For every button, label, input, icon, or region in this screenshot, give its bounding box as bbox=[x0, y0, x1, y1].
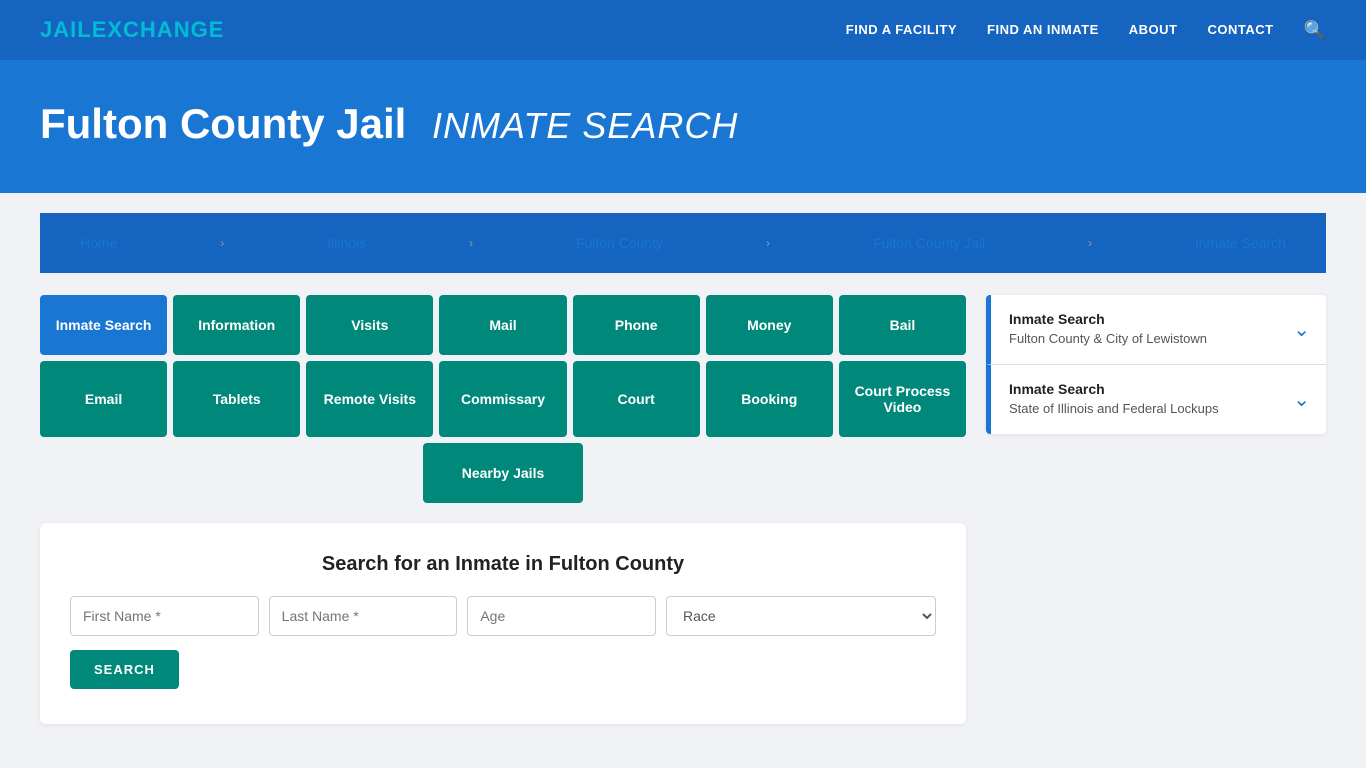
logo-exchange: EXCHANGE bbox=[92, 17, 225, 42]
breadcrumb-fulton-county[interactable]: Fulton County bbox=[576, 235, 663, 251]
left-column: Inmate Search Information Visits Mail Ph… bbox=[40, 295, 966, 724]
breadcrumb-sep-4: › bbox=[1088, 236, 1092, 250]
tab-row-1: Inmate Search Information Visits Mail Ph… bbox=[40, 295, 966, 355]
content-area: Home › Illinois › Fulton County › Fulton… bbox=[0, 193, 1366, 754]
breadcrumb-current: Inmate Search bbox=[1195, 235, 1286, 251]
breadcrumb-fulton-county-jail[interactable]: Fulton County Jail bbox=[873, 235, 985, 251]
chevron-down-icon-1: ⌄ bbox=[1293, 317, 1310, 342]
tab-information[interactable]: Information bbox=[173, 295, 300, 355]
nav-links: FIND A FACILITY FIND AN INMATE ABOUT CON… bbox=[846, 20, 1326, 41]
sidebar-item-2[interactable]: Inmate Search State of Illinois and Fede… bbox=[986, 364, 1326, 434]
right-column: Inmate Search Fulton County & City of Le… bbox=[986, 295, 1326, 434]
hero-banner: Fulton County Jail INMATE SEARCH bbox=[0, 60, 1366, 193]
nav-about[interactable]: ABOUT bbox=[1129, 22, 1178, 37]
tab-mail[interactable]: Mail bbox=[439, 295, 566, 355]
race-select[interactable]: Race White Black Hispanic Asian Other bbox=[666, 596, 936, 636]
tab-bail[interactable]: Bail bbox=[839, 295, 966, 355]
first-name-input[interactable] bbox=[70, 596, 259, 636]
breadcrumb-sep-1: › bbox=[220, 236, 224, 250]
search-icon[interactable]: 🔍 bbox=[1304, 20, 1326, 40]
tab-phone[interactable]: Phone bbox=[573, 295, 700, 355]
tab-money[interactable]: Money bbox=[706, 295, 833, 355]
tab-email[interactable]: Email bbox=[40, 361, 167, 437]
tab-tablets[interactable]: Tablets bbox=[173, 361, 300, 437]
sidebar-card: Inmate Search Fulton County & City of Le… bbox=[986, 295, 1326, 434]
sidebar-item-1-text: Inmate Search Fulton County & City of Le… bbox=[1009, 311, 1207, 348]
tab-inmate-search[interactable]: Inmate Search bbox=[40, 295, 167, 355]
navbar: JAILEXCHANGE FIND A FACILITY FIND AN INM… bbox=[0, 0, 1366, 60]
chevron-down-icon-2: ⌄ bbox=[1293, 387, 1310, 412]
nav-contact[interactable]: CONTACT bbox=[1207, 22, 1273, 37]
search-title: Search for an Inmate in Fulton County bbox=[70, 553, 936, 576]
site-logo[interactable]: JAILEXCHANGE bbox=[40, 17, 224, 43]
tab-remote-visits[interactable]: Remote Visits bbox=[306, 361, 433, 437]
search-fields: Race White Black Hispanic Asian Other bbox=[70, 596, 936, 636]
tab-commissary[interactable]: Commissary bbox=[439, 361, 566, 437]
search-card: Search for an Inmate in Fulton County Ra… bbox=[40, 523, 966, 724]
age-input[interactable] bbox=[467, 596, 656, 636]
breadcrumb-sep-2: › bbox=[469, 236, 473, 250]
tab-visits[interactable]: Visits bbox=[306, 295, 433, 355]
tab-court[interactable]: Court bbox=[573, 361, 700, 437]
breadcrumb-sep-3: › bbox=[766, 236, 770, 250]
breadcrumb-home[interactable]: Home bbox=[80, 235, 117, 251]
breadcrumb: Home › Illinois › Fulton County › Fulton… bbox=[40, 213, 1326, 273]
tab-nearby-jails[interactable]: Nearby Jails bbox=[423, 443, 583, 503]
logo-jail: JAIL bbox=[40, 17, 92, 42]
sidebar-item-1[interactable]: Inmate Search Fulton County & City of Le… bbox=[986, 295, 1326, 364]
nav-find-facility[interactable]: FIND A FACILITY bbox=[846, 22, 957, 37]
last-name-input[interactable] bbox=[269, 596, 458, 636]
page-title: Fulton County Jail INMATE SEARCH bbox=[40, 100, 1326, 148]
sidebar-item-2-text: Inmate Search State of Illinois and Fede… bbox=[1009, 381, 1219, 418]
tab-row-2: Email Tablets Remote Visits Commissary C… bbox=[40, 361, 966, 437]
breadcrumb-illinois[interactable]: Illinois bbox=[327, 235, 366, 251]
nav-find-inmate[interactable]: FIND AN INMATE bbox=[987, 22, 1099, 37]
tab-booking[interactable]: Booking bbox=[706, 361, 833, 437]
tab-court-process-video[interactable]: Court Process Video bbox=[839, 361, 966, 437]
tab-row-3: Nearby Jails bbox=[40, 443, 966, 503]
main-layout: Inmate Search Information Visits Mail Ph… bbox=[40, 295, 1326, 724]
search-button[interactable]: SEARCH bbox=[70, 650, 179, 689]
